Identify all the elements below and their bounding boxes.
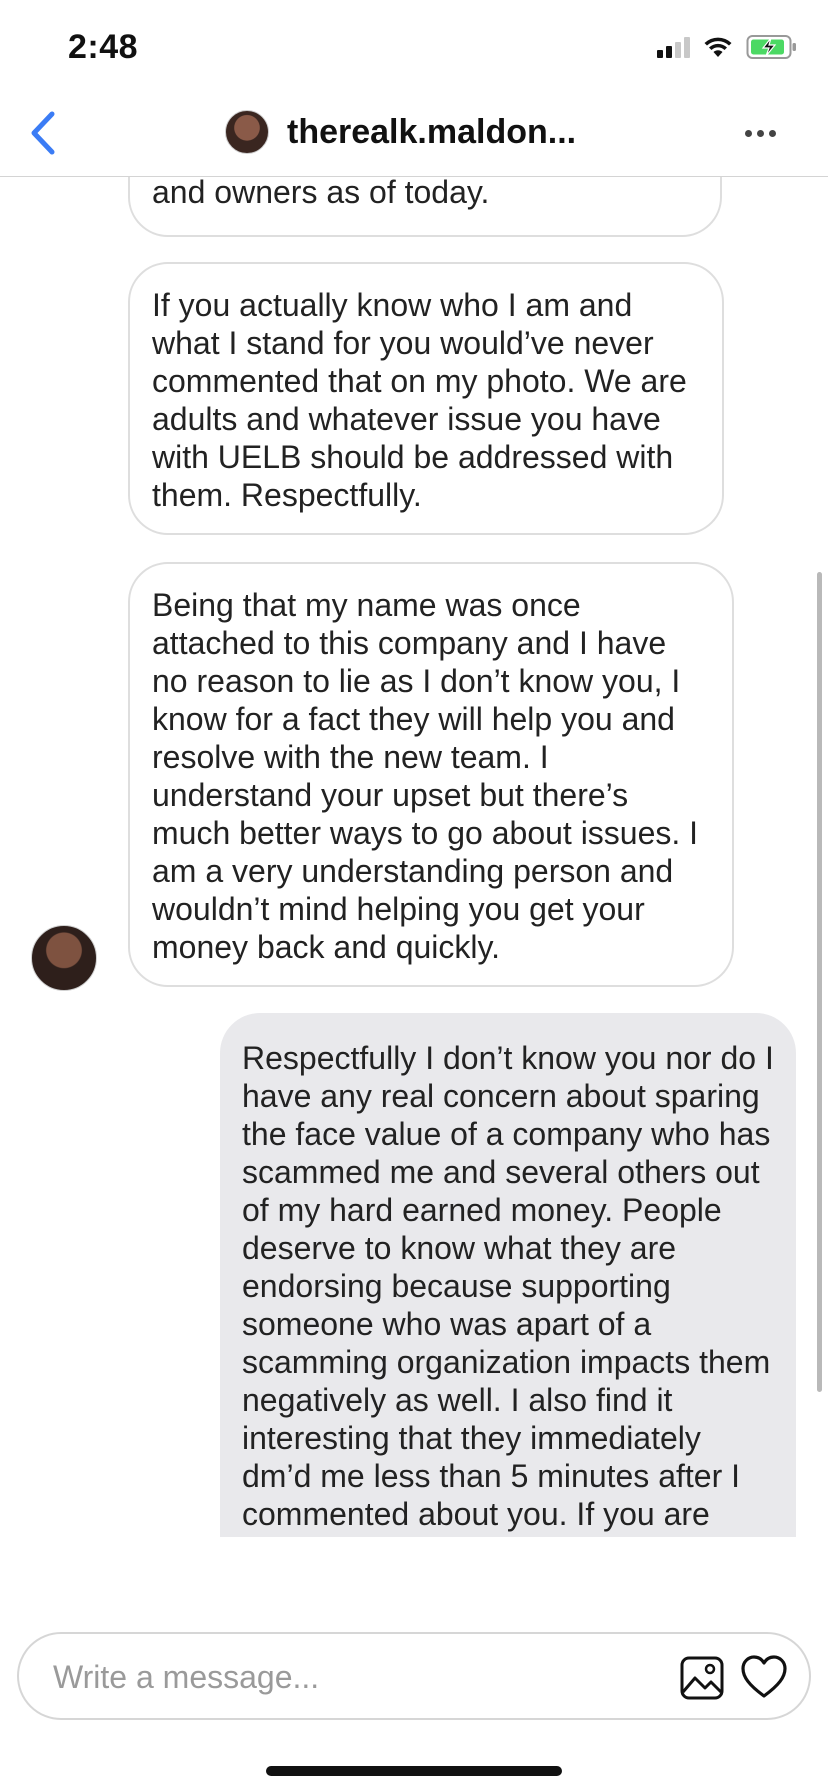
status-time: 2:48	[68, 28, 139, 66]
message-bubble-received[interactable]: Being that my name was once attached to …	[128, 562, 734, 987]
photo-button[interactable]	[680, 1656, 724, 1700]
status-icons	[657, 34, 798, 60]
message-thread[interactable]: and owners as of today. If you actually …	[0, 177, 828, 1537]
battery-charging-icon	[746, 35, 796, 59]
message-text: Being that my name was once attached to …	[152, 587, 699, 965]
message-input[interactable]	[51, 1652, 655, 1702]
scrollbar[interactable]	[817, 572, 822, 1392]
message-composer	[17, 1632, 811, 1720]
image-icon	[680, 1656, 724, 1700]
wifi-icon	[704, 37, 732, 57]
conversation-title[interactable]: therealk.maldon...	[225, 110, 576, 154]
message-bubble-received[interactable]: and owners as of today.	[128, 177, 722, 237]
like-button[interactable]	[740, 1654, 788, 1700]
status-bar: 2:48	[0, 0, 828, 100]
more-options-button[interactable]	[740, 118, 780, 148]
message-bubble-sent[interactable]: Respectfully I don’t know you nor do I h…	[220, 1013, 796, 1537]
chevron-left-icon	[31, 111, 55, 155]
avatar[interactable]	[225, 110, 269, 154]
message-text: If you actually know who I am and what I…	[152, 287, 687, 513]
heart-icon	[741, 1655, 787, 1698]
message-bubble-received[interactable]: If you actually know who I am and what I…	[128, 262, 724, 535]
back-button[interactable]	[22, 108, 62, 158]
cellular-signal-icon	[657, 36, 690, 58]
message-text: Respectfully I don’t know you nor do I h…	[242, 1040, 774, 1532]
conversation-header: therealk.maldon...	[0, 100, 828, 177]
ellipsis-icon	[744, 129, 752, 137]
sender-avatar[interactable]	[31, 925, 97, 991]
home-indicator[interactable]	[266, 1766, 562, 1776]
message-text: and owners as of today.	[152, 177, 490, 210]
username-title[interactable]: therealk.maldon...	[287, 113, 576, 152]
